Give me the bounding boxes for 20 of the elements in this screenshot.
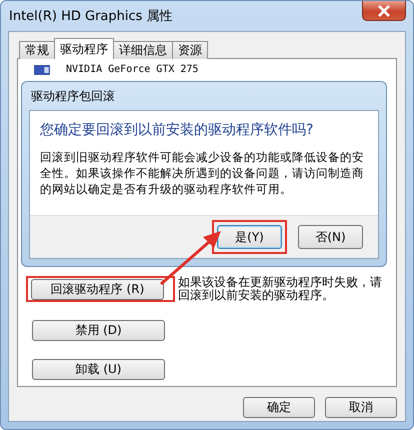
window-title: Intel(R) HD Graphics 属性	[9, 8, 173, 25]
close-button[interactable]	[362, 1, 406, 21]
dialog-button[interactable]: 否(N)	[298, 225, 363, 249]
tab[interactable]: 资源	[172, 41, 208, 59]
display-adapter-icon	[32, 64, 52, 76]
dialog-button[interactable]: 取消	[325, 397, 397, 418]
dialog-title: 驱动程序包回滚	[31, 88, 115, 104]
close-icon	[377, 4, 391, 16]
action-button[interactable]: 回滚驱动程序 (R)	[31, 279, 164, 300]
tab[interactable]: 常规	[19, 41, 55, 59]
action-button[interactable]: 卸载 (U)	[32, 359, 165, 380]
dialog-button[interactable]: 确定	[243, 397, 315, 418]
dialog-heading: 您确定要回滚到以前安装的驱动程序软件吗?	[40, 121, 314, 139]
action-button[interactable]: 禁用 (D)	[32, 320, 165, 341]
dialog-message: 回滚到旧驱动程序软件可能会减少设备的功能或降低设备的安全性。如果该操作不能解决所遇到的设备问题，请访问制造商的网站以确定是否有升级的驱动程序软件可用。	[40, 149, 365, 198]
action-description: 如果该设备在更新驱动程序时失败，请回滚到以前安装的驱动程序。	[178, 276, 382, 302]
dialog-button[interactable]: 是(Y)	[217, 225, 282, 249]
device-name: NVIDIA GeForce GTX 275	[66, 64, 198, 75]
tab[interactable]: 驱动程序	[54, 38, 114, 59]
tab[interactable]: 详细信息	[113, 41, 173, 59]
